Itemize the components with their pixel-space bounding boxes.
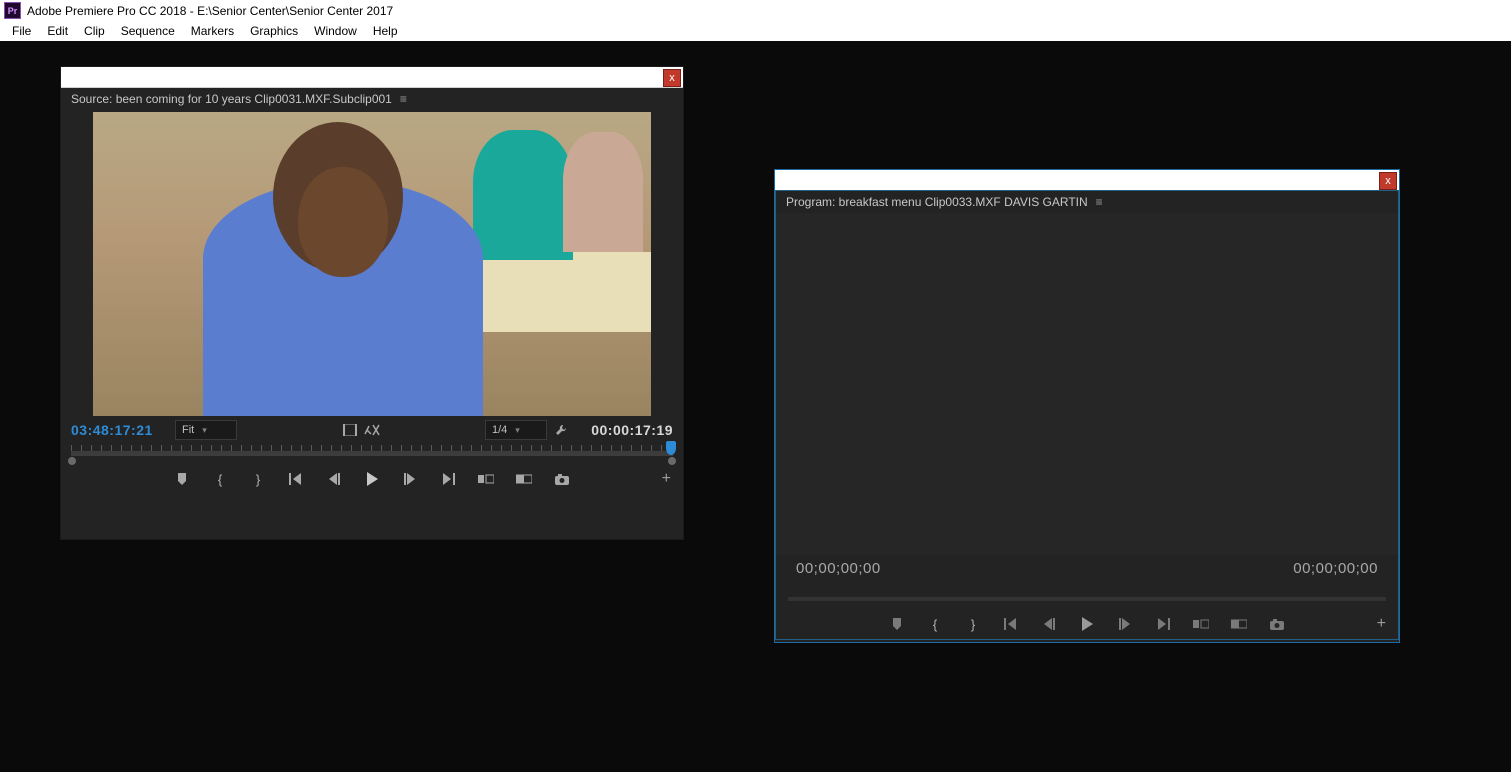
mark-out-button[interactable]: }: [964, 615, 982, 633]
source-panel-titlestrip[interactable]: x: [61, 67, 683, 88]
goto-in-button[interactable]: [287, 470, 305, 488]
filmstrip-icon[interactable]: [342, 422, 358, 438]
program-video-frame[interactable]: [776, 213, 1398, 555]
mark-out-button[interactable]: }: [249, 470, 267, 488]
app-icon: Pr: [4, 2, 21, 19]
workspace: x Source: been coming for 10 years Clip0…: [0, 41, 1511, 772]
menu-graphics[interactable]: Graphics: [242, 24, 306, 38]
menu-clip[interactable]: Clip: [76, 24, 113, 38]
play-button[interactable]: [1078, 615, 1096, 633]
source-header-text: Source: been coming for 10 years Clip003…: [71, 92, 392, 106]
program-monitor-panel: x Program: breakfast menu Clip0033.MXF D…: [774, 169, 1400, 643]
step-back-button[interactable]: [1040, 615, 1058, 633]
chevron-down-icon: ▾: [515, 425, 520, 436]
playhead-icon[interactable]: [666, 441, 676, 455]
fx-icon[interactable]: [364, 422, 380, 438]
button-editor-plus[interactable]: +: [662, 470, 671, 488]
program-transport-bar: { } +: [776, 609, 1398, 639]
source-video-frame[interactable]: [93, 112, 651, 416]
play-button[interactable]: [363, 470, 381, 488]
source-monitor-panel: x Source: been coming for 10 years Clip0…: [60, 66, 684, 540]
program-panel-titlestrip[interactable]: x: [775, 170, 1399, 190]
title-bar: Pr Adobe Premiere Pro CC 2018 - E:\Senio…: [0, 0, 1511, 21]
mark-in-button[interactable]: {: [926, 615, 944, 633]
wrench-icon[interactable]: [553, 422, 569, 438]
program-header-text: Program: breakfast menu Clip0033.MXF DAV…: [786, 195, 1088, 209]
source-control-row: 03:48:17:21 Fit ▾ 1/4 ▾ 00:00:17:19: [61, 418, 683, 442]
program-panel-header: Program: breakfast menu Clip0033.MXF DAV…: [776, 191, 1398, 213]
goto-in-button[interactable]: [1002, 615, 1020, 633]
insert-button[interactable]: [477, 470, 495, 488]
program-playhead-timecode[interactable]: 00;00;00;00: [796, 560, 881, 577]
source-close-button[interactable]: x: [663, 69, 681, 87]
add-marker-button[interactable]: [173, 470, 191, 488]
program-panel-menu-icon[interactable]: ≡: [1096, 195, 1103, 209]
step-back-button[interactable]: [325, 470, 343, 488]
source-res-label: 1/4: [492, 424, 507, 436]
source-transport-bar: { } +: [61, 464, 683, 494]
source-panel-menu-icon[interactable]: ≡: [400, 92, 407, 106]
menu-markers[interactable]: Markers: [183, 24, 242, 38]
source-duration-timecode: 00:00:17:19: [575, 422, 673, 438]
goto-out-button[interactable]: [1154, 615, 1172, 633]
export-frame-button[interactable]: [553, 470, 571, 488]
source-scrubber[interactable]: [71, 442, 673, 464]
menu-help[interactable]: Help: [365, 24, 406, 38]
step-fwd-button[interactable]: [1116, 615, 1134, 633]
button-editor-plus[interactable]: +: [1377, 615, 1386, 633]
source-playhead-timecode[interactable]: 03:48:17:21: [71, 422, 169, 438]
menu-window[interactable]: Window: [306, 24, 365, 38]
source-resolution-dropdown[interactable]: 1/4 ▾: [485, 420, 547, 440]
lift-button[interactable]: [1192, 615, 1210, 633]
menu-bar: File Edit Clip Sequence Markers Graphics…: [0, 21, 1511, 41]
mark-in-button[interactable]: {: [211, 470, 229, 488]
source-zoom-dropdown[interactable]: Fit ▾: [175, 420, 237, 440]
goto-out-button[interactable]: [439, 470, 457, 488]
step-fwd-button[interactable]: [401, 470, 419, 488]
app-title: Adobe Premiere Pro CC 2018 - E:\Senior C…: [27, 4, 393, 18]
extract-button[interactable]: [1230, 615, 1248, 633]
program-timecode-row: 00;00;00;00 00;00;00;00: [776, 555, 1398, 581]
export-frame-button[interactable]: [1268, 615, 1286, 633]
chevron-down-icon: ▾: [202, 425, 207, 436]
app-icon-label: Pr: [8, 6, 18, 16]
source-panel-header: Source: been coming for 10 years Clip003…: [61, 88, 683, 110]
program-scrubber[interactable]: [788, 587, 1386, 609]
source-zoom-label: Fit: [182, 424, 194, 436]
menu-file[interactable]: File: [4, 24, 39, 38]
add-marker-button[interactable]: [888, 615, 906, 633]
overwrite-button[interactable]: [515, 470, 533, 488]
program-duration-timecode: 00;00;00;00: [1293, 560, 1378, 577]
program-close-button[interactable]: x: [1379, 172, 1397, 190]
menu-sequence[interactable]: Sequence: [113, 24, 183, 38]
menu-edit[interactable]: Edit: [39, 24, 76, 38]
